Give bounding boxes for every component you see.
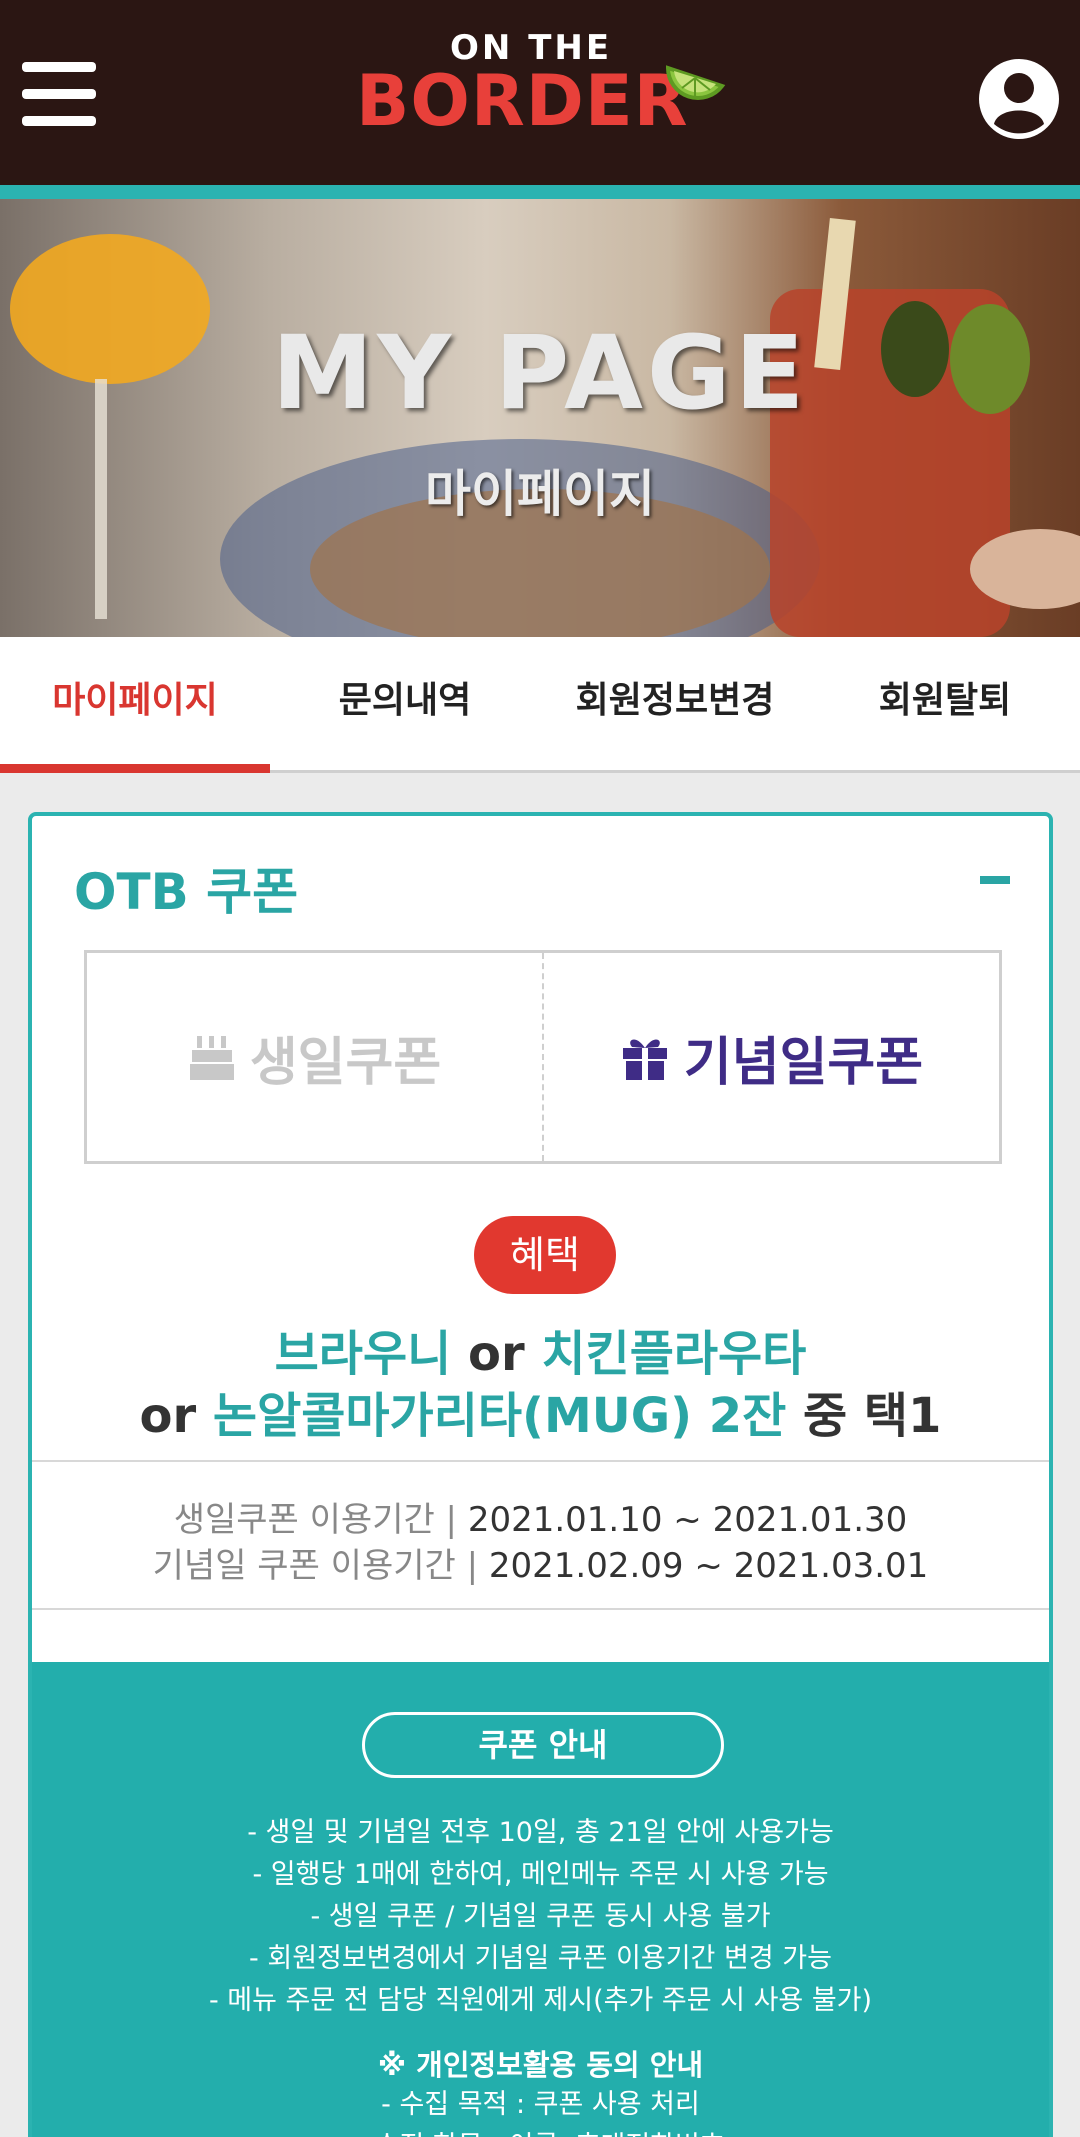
birthday-period-label: 생일쿠폰 이용기간 | (173, 1500, 458, 1540)
tab-edit-member-info[interactable]: 회원정보변경 (540, 637, 810, 770)
benefit-or-2: or (139, 1388, 197, 1444)
header-accent-stripe (0, 185, 1080, 199)
birthday-period-value: 2021.01.10 ~ 2021.01.30 (467, 1500, 908, 1540)
benefit-badge: 혜택 (474, 1216, 616, 1294)
lime-slice-icon (665, 65, 726, 100)
user-profile-icon[interactable] (978, 58, 1060, 140)
on-the-border-logo[interactable]: ON THE BORDER (350, 28, 740, 158)
consent-item: - 수집 목적 : 쿠폰 사용 처리 (381, 2089, 700, 2120)
birthday-coupon-label: 생일쿠폰 (249, 1032, 442, 1093)
coupon-note: - 일행당 1매에 한하여, 메인메뉴 주문 시 사용 가능 (252, 1859, 829, 1890)
coupon-type-tabs: 생일쿠폰 기념일쿠폰 (84, 950, 1002, 1164)
coupon-section-title: OTB 쿠폰 (74, 863, 299, 921)
consent-title: ※ 개인정보활용 동의 안내 (377, 2048, 704, 2082)
benefit-line-2: or 논알콜마가리타(MUG) 2잔 중 택1 (32, 1376, 1049, 1446)
benefit-item-flauta: 치킨플라우타 (541, 1326, 807, 1382)
coupon-note: - 메뉴 주문 전 담당 직원에게 제시(추가 주문 시 사용 불가) (208, 1985, 873, 2016)
coupon-info-panel: 쿠폰 안내 - 생일 및 기념일 전후 10일, 총 21일 안에 사용가능 -… (32, 1662, 1049, 2137)
tab-inquiries[interactable]: 문의내역 (270, 637, 540, 770)
app-header: ON THE BORDER (0, 0, 1080, 185)
benefit-line-1: 브라우니 or 치킨플라우타 (32, 1314, 1049, 1384)
hero-title: MY PAGE (271, 314, 809, 433)
birthday-coupon-tab[interactable]: 생일쿠폰 (87, 953, 544, 1161)
anniversary-coupon-label: 기념일쿠폰 (683, 1032, 924, 1093)
mypage-tab-bar: 마이페이지 문의내역 회원정보변경 회원탈퇴 (0, 637, 1080, 773)
benefit-or-1: or (468, 1326, 525, 1382)
coupon-notes-list: - 생일 및 기념일 전후 10일, 총 21일 안에 사용가능 - 일행당 1… (32, 1812, 1049, 2022)
tab-mypage[interactable]: 마이페이지 (0, 637, 270, 773)
logo-main-text: BORDER (356, 60, 689, 142)
coupon-guide-button[interactable]: 쿠폰 안내 (362, 1712, 724, 1778)
collapse-toggle-button[interactable] (980, 876, 1010, 884)
benefit-choose-one: 중 택1 (803, 1388, 942, 1444)
birthday-period-row: 생일쿠폰 이용기간 | 2021.01.10 ~ 2021.01.30 (32, 1492, 1049, 1541)
birthday-cake-icon (189, 1036, 234, 1080)
anniversary-period-value: 2021.02.09 ~ 2021.03.01 (488, 1546, 929, 1586)
hamburger-menu-icon[interactable] (22, 62, 96, 126)
coupon-note: - 생일 및 기념일 전후 10일, 총 21일 안에 사용가능 (247, 1817, 834, 1848)
gift-icon (622, 1039, 667, 1080)
anniversary-coupon-tab[interactable]: 기념일쿠폰 (544, 953, 999, 1161)
coupon-note: - 생일 쿠폰 / 기념일 쿠폰 동시 사용 불가 (310, 1901, 771, 1932)
hero-banner: MY PAGE 마이페이지 (0, 199, 1080, 637)
tab-withdraw-membership[interactable]: 회원탈퇴 (810, 637, 1080, 770)
consent-item: - 수집 항목 : 이름, 휴대전화번호 (32, 2126, 1049, 2137)
otb-coupon-card: OTB 쿠폰 생일쿠폰 기념일쿠폰 혜택 브라우니 or 치킨플라우타 or 논… (28, 812, 1053, 2137)
consent-list: - 수집 목적 : 쿠폰 사용 처리 - 수집 항목 : 이름, 휴대전화번호 (32, 2084, 1049, 2137)
anniversary-period-label: 기념일 쿠폰 이용기간 | (152, 1546, 479, 1586)
benefit-item-margarita: 논알콜마가리타(MUG) 2잔 (212, 1388, 787, 1444)
divider (32, 1460, 1049, 1462)
anniversary-period-row: 기념일 쿠폰 이용기간 | 2021.02.09 ~ 2021.03.01 (32, 1538, 1049, 1587)
coupon-note: - 회원정보변경에서 기념일 쿠폰 이용기간 변경 가능 (249, 1943, 832, 1974)
divider (32, 1608, 1049, 1610)
benefit-item-brownie: 브라우니 (274, 1326, 452, 1382)
hero-subtitle: 마이페이지 (425, 465, 655, 523)
